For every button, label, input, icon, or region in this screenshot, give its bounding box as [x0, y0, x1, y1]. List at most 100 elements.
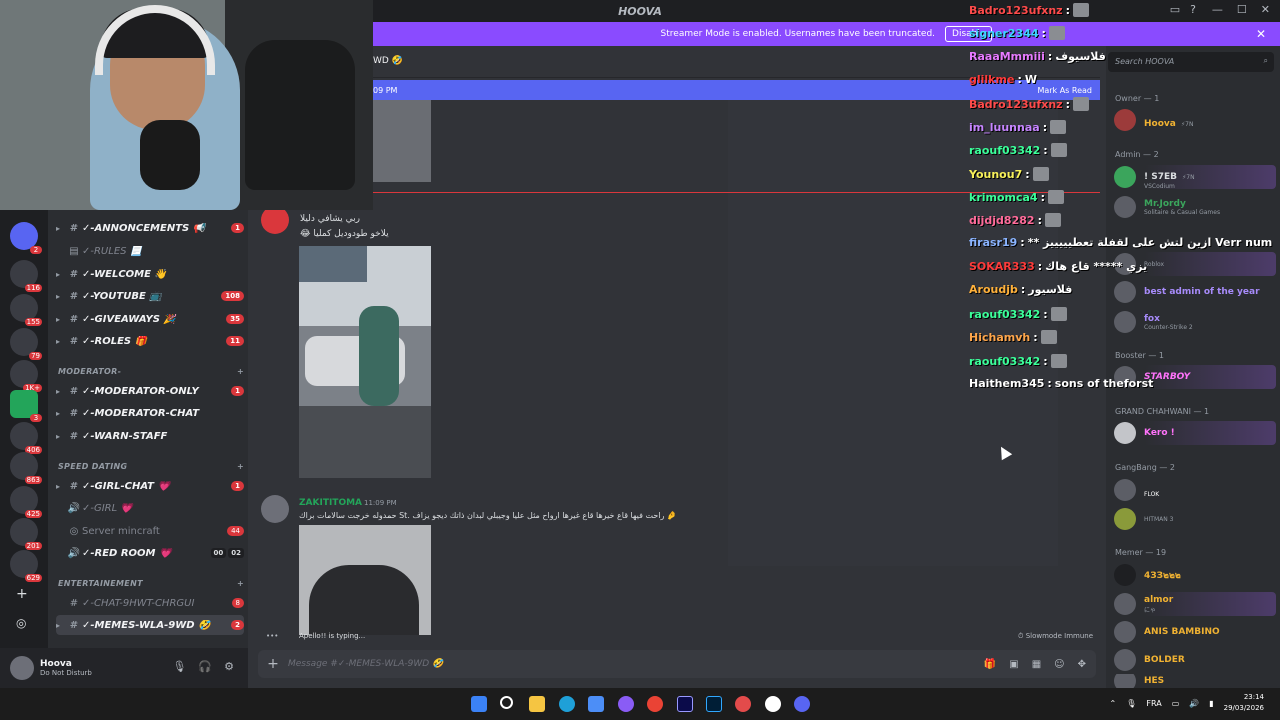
slowmode-label: ⏱ Slowmode Immune	[1018, 632, 1094, 640]
channel-item[interactable]: ▸ # ✓-WARN-STAFF	[56, 426, 244, 446]
emoji-icon[interactable]: ☺	[1054, 659, 1064, 670]
channel-item-active[interactable]: ▸ # ✓-MEMES-WLA-9WD 🤣 2	[56, 615, 244, 635]
stream-chat-line: Hichamvh:	[969, 330, 1057, 344]
chevron-up-icon[interactable]: ⌃	[1110, 699, 1117, 708]
message-timestamp: 11:09 PM	[364, 499, 397, 507]
channel-item[interactable]: ▸ # ✓-ANNONCEMENTS 📢 1	[56, 218, 244, 238]
apps-icon[interactable]: ✥	[1078, 659, 1086, 670]
close-window-button[interactable]: ✕	[1261, 3, 1270, 16]
member-item[interactable]: ANIS BAMBINO	[1112, 620, 1276, 644]
member-item[interactable]: fox Counter-Strike 2	[1112, 310, 1276, 334]
stream-chat-user: Badro123ufxnz	[969, 3, 1063, 17]
message-author[interactable]: ZAKITITOMA	[299, 498, 362, 508]
help-icon[interactable]: ?	[1190, 3, 1196, 16]
sticker-icon[interactable]: ▦	[1032, 659, 1041, 670]
member-item[interactable]: HES	[1112, 674, 1276, 688]
gif-icon[interactable]: ▣	[1009, 659, 1018, 670]
server-icon[interactable]: 155	[10, 294, 42, 326]
discover-icon[interactable]: ◎	[16, 616, 26, 630]
member-item[interactable]: Mr.Jordy Solitaire & Casual Games	[1112, 195, 1276, 219]
avatar[interactable]	[10, 656, 34, 680]
server-icon[interactable]: 406	[10, 422, 42, 454]
microphone-icon[interactable]: 🎙	[172, 660, 186, 673]
server-icon[interactable]: 79	[10, 328, 42, 360]
voice-channel-item[interactable]: 🔊 ✓-RED ROOM 💗 00 02	[56, 543, 244, 563]
inbox-icon[interactable]: ▭	[1170, 3, 1180, 16]
emote-icon	[1032, 167, 1049, 181]
app-icon[interactable]	[735, 696, 751, 712]
microphone-tray-icon[interactable]: 🎙	[1126, 699, 1136, 708]
avatar[interactable]	[261, 495, 289, 523]
file-explorer-icon[interactable]	[529, 696, 545, 712]
channel-item[interactable]: ▸ # ✓-WELCOME 👋	[56, 264, 244, 284]
server-icon[interactable]: 425	[10, 486, 42, 518]
member-item[interactable]: almor にゃ	[1112, 592, 1276, 616]
member-item[interactable]: ! S7EB ⚡7N VSCodium	[1112, 165, 1276, 190]
taskbar: ⌃ 🎙 FRA ▭ 🔊 ▮ 23:14 29/03/2026	[0, 688, 1280, 720]
close-icon[interactable]: ✕	[1256, 27, 1266, 41]
media-player-icon[interactable]	[765, 696, 781, 712]
search-icon[interactable]	[500, 696, 513, 709]
member-item[interactable]: 4ЗЗ๒๒๒	[1112, 563, 1276, 587]
member-item[interactable]: best admin of the year	[1112, 280, 1276, 304]
channel-item[interactable]: ▸ # ✓-GIRL-CHAT 💗 1	[56, 476, 244, 496]
message-input[interactable]: Message #✓-MEMES-WLA-9WD 🤣	[288, 659, 984, 669]
member-item[interactable]: Hoova ⚡7N	[1112, 108, 1276, 132]
user-name: Hoova	[40, 659, 72, 669]
network-icon[interactable]: ▭	[1172, 699, 1180, 708]
voice-channel-item[interactable]: 🔊 ✓-GIRL 💗	[56, 498, 244, 518]
server-icon[interactable]: 863	[10, 452, 42, 484]
category-header[interactable]: ENTERTAINEMENT +	[58, 579, 244, 588]
attachment-image[interactable]	[299, 246, 431, 478]
clock[interactable]: 23:14 29/03/2026	[1224, 692, 1264, 714]
server-icon[interactable]: 201	[10, 518, 42, 550]
channel-item[interactable]: ▸ # ✓-YOUTUBE 📺 108	[56, 286, 244, 306]
category-header[interactable]: SPEED DATING +	[58, 462, 244, 471]
direct-messages-icon[interactable]: 2	[10, 222, 42, 254]
streamer-mode-banner: Streamer Mode is enabled. Usernames have…	[373, 22, 1280, 46]
volume-icon[interactable]: 🔊	[1189, 699, 1199, 708]
discord-icon[interactable]	[794, 696, 810, 712]
member-item[interactable]: BOLDER	[1112, 648, 1276, 672]
premiere-icon[interactable]	[677, 696, 693, 712]
battery-icon[interactable]: ▮	[1209, 699, 1213, 708]
chat-app-icon[interactable]	[618, 696, 634, 712]
attachment-image[interactable]	[373, 100, 431, 182]
channel-item[interactable]: ◎ Server mincraft 44	[56, 521, 244, 541]
edge-icon[interactable]	[559, 696, 575, 712]
settings-gear-icon[interactable]: ⚙	[224, 660, 234, 673]
stream-chat-separator: :	[1065, 3, 1070, 17]
attachment-image[interactable]	[299, 525, 431, 635]
add-server-icon[interactable]: +	[16, 586, 28, 602]
stream-chat-user: glilkme	[969, 73, 1015, 86]
server-icon[interactable]: 629	[10, 550, 42, 582]
headphones-icon[interactable]: 🎧	[198, 660, 212, 673]
minimize-button[interactable]: —	[1212, 3, 1223, 16]
language-indicator[interactable]: FRA	[1146, 699, 1161, 708]
channel-item[interactable]: ▸ # ✓-ROLES 🎁 11	[56, 331, 244, 351]
category-header[interactable]: MODERATOR- +	[58, 367, 244, 376]
stream-chat-user: signer2344	[969, 26, 1039, 40]
message-input-box[interactable]: + Message #✓-MEMES-WLA-9WD 🤣 🎁 ▣ ▦ ☺ ✥	[258, 650, 1096, 678]
maximize-button[interactable]: ☐	[1237, 3, 1247, 16]
store-icon[interactable]	[588, 696, 604, 712]
gift-icon[interactable]: 🎁	[984, 659, 996, 670]
search-input[interactable]: Search HOOVA ⌕	[1108, 52, 1274, 72]
member-item[interactable]: FLOK	[1112, 478, 1276, 502]
start-icon[interactable]	[471, 696, 487, 712]
channel-item[interactable]: ▸ # ✓-MODERATOR-ONLY 1	[56, 381, 244, 401]
server-icon[interactable]: 1K+	[10, 360, 42, 392]
server-icon[interactable]: 3	[10, 390, 42, 422]
channel-item[interactable]: ▸ # ✓-GIVEAWAYS 🎉 35	[56, 309, 244, 329]
server-icon[interactable]: 116	[10, 260, 42, 292]
photoshop-icon[interactable]	[706, 696, 722, 712]
add-attachment-icon[interactable]: +	[258, 656, 288, 672]
channel-item[interactable]: ▸ # ✓-MODERATOR-CHAT	[56, 403, 244, 423]
channel-item[interactable]: # ✓-CHAT-9HWT-CHRGUI 8	[56, 593, 244, 613]
member-item[interactable]: Kero !	[1112, 421, 1276, 445]
chrome-icon[interactable]	[647, 696, 663, 712]
stream-chat-separator: :	[1037, 260, 1043, 273]
channel-item[interactable]: ▤ ✓-RULES 📃	[56, 241, 244, 261]
avatar[interactable]	[261, 206, 289, 234]
member-item[interactable]: HITMAN 3	[1112, 507, 1276, 531]
